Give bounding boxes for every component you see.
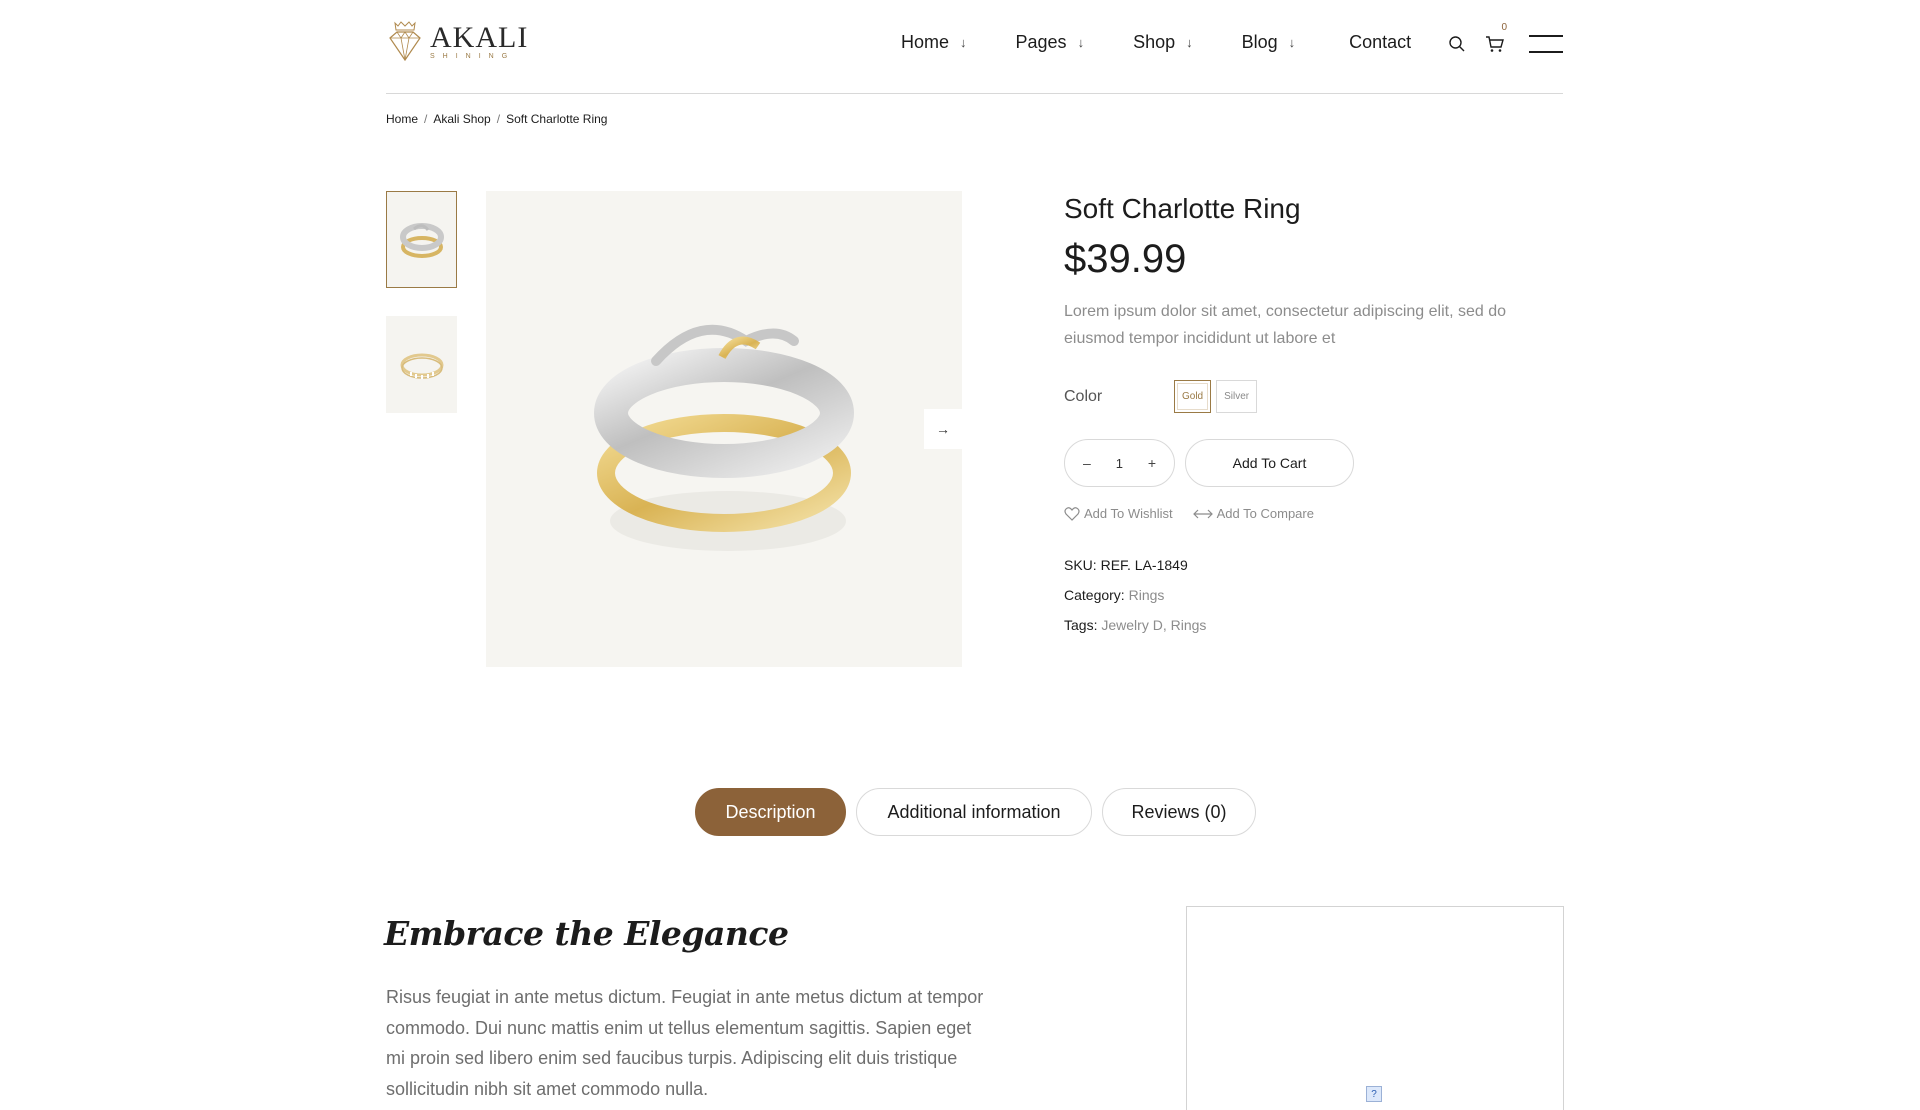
main-nav: Home ↓ Pages ↓ Shop ↓ Blog ↓ Contact — [901, 32, 1411, 53]
quantity-stepper: – 1 + — [1064, 439, 1175, 487]
breadcrumb-separator: / — [496, 112, 501, 126]
breadcrumb-shop[interactable]: Akali Shop — [433, 112, 490, 126]
breadcrumb-separator: / — [424, 112, 428, 126]
broken-image-icon: ? — [1366, 1086, 1382, 1102]
description-heading: Embrace the Elegance — [384, 914, 789, 953]
add-to-cart-row: – 1 + Add To Cart — [1064, 439, 1564, 487]
quantity-value[interactable]: 1 — [1116, 456, 1123, 471]
cart-count-badge: 0 — [1501, 22, 1507, 33]
quantity-increase-button[interactable]: + — [1148, 455, 1156, 471]
hamburger-menu-button[interactable] — [1529, 35, 1563, 53]
nav-item-shop[interactable]: Shop ↓ — [1133, 32, 1193, 53]
nav-item-pages[interactable]: Pages ↓ — [1016, 32, 1085, 53]
media-embed-frame[interactable]: ? — [1186, 906, 1564, 1110]
search-icon — [1449, 36, 1465, 52]
menu-line — [1529, 35, 1563, 37]
color-swatch-gold[interactable]: Gold — [1174, 380, 1212, 413]
heart-icon — [1064, 507, 1080, 521]
tab-reviews[interactable]: Reviews (0) — [1102, 788, 1256, 836]
tags-links[interactable]: Jewelry D, Rings — [1101, 617, 1206, 633]
tags-line: Tags: Jewelry D, Rings — [1064, 617, 1564, 633]
color-selector: Color Gold Silver — [1064, 380, 1564, 413]
arrow-down-icon: ↓ — [1288, 35, 1296, 50]
nav-label: Shop — [1133, 32, 1176, 52]
gallery-thumbnail-1[interactable] — [386, 191, 457, 288]
add-to-wishlist-link[interactable]: Add To Wishlist — [1064, 506, 1173, 521]
compare-label: Add To Compare — [1216, 506, 1314, 521]
product-title: Soft Charlotte Ring — [1064, 193, 1301, 224]
compare-icon — [1192, 509, 1213, 518]
arrow-down-icon: ↓ — [1077, 35, 1085, 50]
search-button[interactable] — [1445, 32, 1469, 56]
wishlist-label: Add To Wishlist — [1084, 506, 1173, 521]
add-to-cart-button[interactable]: Add To Cart — [1185, 439, 1354, 487]
sku-value: REF. LA-1849 — [1100, 557, 1188, 573]
breadcrumb-current: Soft Charlotte Ring — [506, 112, 608, 126]
ring-thumbnail-image — [400, 353, 443, 379]
site-header: AKALI SHINING Home ↓ Pages ↓ Shop ↓ Blog… — [386, 0, 1563, 94]
tab-description[interactable]: Description — [695, 788, 846, 836]
nav-label: Blog — [1241, 32, 1278, 52]
diamond-logo-icon — [389, 21, 421, 62]
nav-label: Home — [901, 32, 950, 52]
gallery-thumbnail-2[interactable] — [386, 316, 457, 413]
tags-label: Tags: — [1064, 617, 1098, 633]
arrow-down-icon: ↓ — [1186, 35, 1193, 50]
category-line: Category: Rings — [1064, 587, 1564, 603]
color-swatch-silver[interactable]: Silver — [1216, 380, 1258, 413]
arrow-right-icon: → — [936, 421, 950, 437]
product-summary: Soft Charlotte Ring $39.99 Lorem ipsum d… — [1064, 191, 1564, 647]
description-body: Risus feugiat in ante metus dictum. Feug… — [386, 987, 984, 1099]
breadcrumb: Home / Akali Shop / Soft Charlotte Ring — [386, 112, 607, 126]
category-link[interactable]: Rings — [1129, 587, 1165, 603]
product-meta: SKU: REF. LA-1849 Category: Rings Tags: … — [1064, 557, 1564, 633]
product-short-description: Lorem ipsum dolor sit amet, consectetur … — [1064, 303, 1506, 347]
sku-line: SKU: REF. LA-1849 — [1064, 557, 1564, 573]
logo[interactable]: AKALI SHINING — [386, 20, 528, 64]
quantity-decrease-button[interactable]: – — [1083, 455, 1091, 471]
sku-label: SKU: — [1064, 557, 1097, 573]
cart-button[interactable]: 0 — [1483, 22, 1507, 56]
tab-additional-information[interactable]: Additional information — [856, 788, 1092, 836]
product-tabs: Description Additional information Revie… — [695, 788, 1266, 836]
nav-item-home[interactable]: Home ↓ — [901, 32, 967, 53]
menu-line — [1529, 51, 1563, 53]
product-extra-actions: Add To Wishlist Add To Compare — [1064, 506, 1564, 521]
product-main-image: → — [486, 191, 962, 667]
nav-item-blog[interactable]: Blog ↓ — [1242, 32, 1296, 53]
ring-product-image — [594, 324, 854, 551]
breadcrumb-home[interactable]: Home — [386, 112, 418, 126]
nav-label: Contact — [1349, 32, 1412, 52]
category-label: Category: — [1064, 587, 1125, 603]
nav-item-contact[interactable]: Contact — [1349, 32, 1411, 53]
nav-label: Pages — [1015, 32, 1067, 52]
color-label: Color — [1064, 387, 1103, 405]
gallery-next-button[interactable]: → — [924, 409, 962, 449]
header-actions: 0 — [1445, 22, 1563, 56]
add-to-compare-link[interactable]: Add To Compare — [1192, 506, 1314, 521]
logo-tagline: SHINING — [430, 53, 516, 60]
product-price: $39.99 — [1064, 237, 1187, 281]
ring-thumbnail-image — [399, 222, 444, 258]
cart-icon — [1486, 36, 1504, 52]
arrow-down-icon: ↓ — [960, 35, 967, 50]
logo-wordmark: AKALI — [430, 21, 529, 54]
